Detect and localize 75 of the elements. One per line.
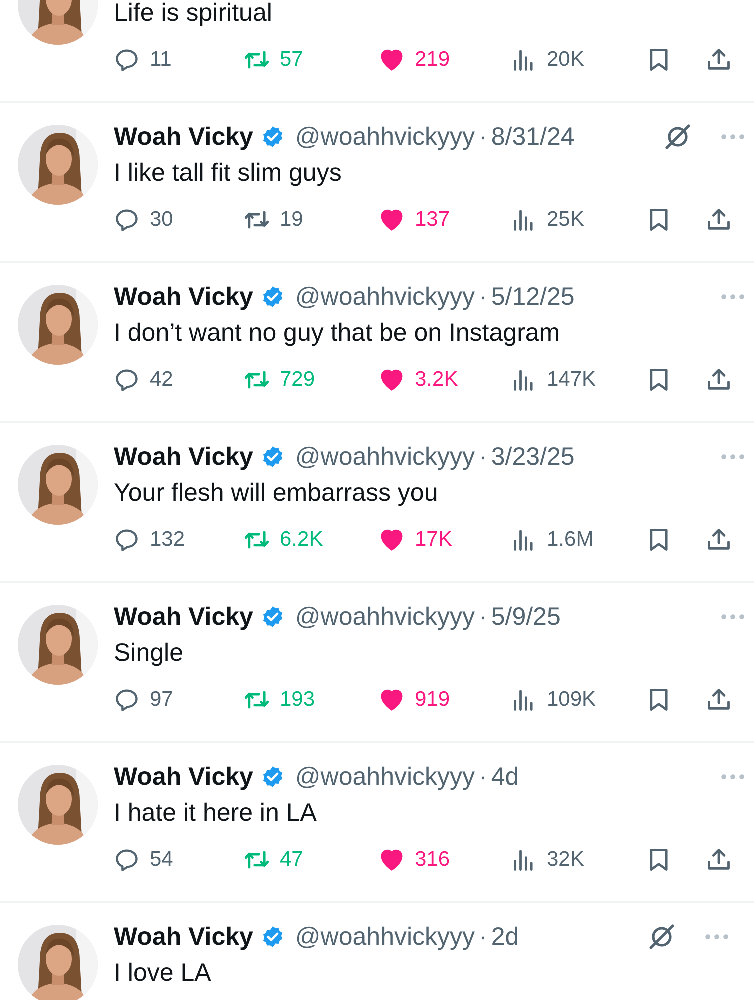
- reply-count: 11: [150, 48, 172, 72]
- post-text: Life is spiritual: [114, 0, 274, 29]
- heart-icon[interactable]: [379, 367, 405, 393]
- view-count: 1.6M: [547, 528, 594, 552]
- like-count: 3.2K: [415, 368, 458, 392]
- like-count: 316: [415, 848, 450, 872]
- separator: ·: [479, 122, 488, 152]
- heart-icon[interactable]: [379, 527, 405, 553]
- separator: ·: [479, 602, 488, 632]
- reply-count: 30: [150, 208, 174, 232]
- user-handle[interactable]: @woahhvickyyy: [295, 122, 476, 152]
- reply-icon[interactable]: [114, 687, 140, 713]
- user-name[interactable]: Woah Vicky: [114, 282, 254, 312]
- like-count: 919: [415, 688, 450, 712]
- heart-icon[interactable]: [379, 207, 405, 233]
- like-count: 137: [415, 208, 450, 232]
- user-name[interactable]: Woah Vicky: [114, 442, 254, 472]
- repost-count: 19: [280, 208, 304, 232]
- heart-icon[interactable]: [379, 47, 405, 73]
- post-time[interactable]: 5/9/25: [491, 602, 561, 632]
- user-name[interactable]: Woah Vicky: [114, 762, 254, 792]
- reply-count: 97: [150, 688, 174, 712]
- share-icon[interactable]: [706, 367, 732, 393]
- separator: ·: [479, 922, 488, 952]
- share-icon[interactable]: [706, 47, 732, 73]
- post-time[interactable]: 8/31/24: [491, 122, 575, 152]
- slashed-circle-icon[interactable]: [648, 923, 676, 951]
- like-count: 17K: [415, 528, 452, 552]
- separator: ·: [479, 282, 488, 312]
- post-text: I like tall fit slim guys: [114, 158, 343, 189]
- reply-count: 132: [150, 528, 186, 552]
- post-time[interactable]: 3/23/25: [491, 442, 575, 472]
- separator: ·: [479, 762, 488, 792]
- repost-count: 729: [280, 368, 316, 392]
- user-handle[interactable]: @woahhvickyyy: [295, 602, 476, 632]
- view-count: 25K: [547, 208, 584, 232]
- user-name[interactable]: Woah Vicky: [114, 922, 254, 952]
- separator: ·: [479, 442, 488, 472]
- repost-count: 193: [280, 688, 316, 712]
- reply-icon[interactable]: [114, 847, 140, 873]
- reply-count: 54: [150, 848, 174, 872]
- view-count: 20K: [547, 48, 584, 72]
- view-count: 147K: [547, 368, 596, 392]
- post-time[interactable]: 4d: [491, 762, 520, 792]
- reply-icon[interactable]: [114, 207, 140, 233]
- reply-count: 42: [150, 368, 174, 392]
- user-name[interactable]: Woah Vicky: [114, 122, 254, 152]
- post-text: I hate it here in LA: [114, 798, 318, 829]
- user-handle[interactable]: @woahhvickyyy: [295, 282, 476, 312]
- repost-count: 57: [280, 48, 304, 72]
- view-count: 32K: [547, 848, 584, 872]
- heart-icon[interactable]: [379, 847, 405, 873]
- share-icon[interactable]: [706, 527, 732, 553]
- post-text: I don’t want no guy that be on Instagram: [114, 318, 562, 349]
- like-count: 219: [415, 48, 450, 72]
- view-count: 109K: [547, 688, 596, 712]
- repost-count: 6.2K: [280, 528, 324, 552]
- reply-icon[interactable]: [114, 367, 140, 393]
- user-handle[interactable]: @woahhvickyyy: [295, 922, 476, 952]
- post-text: I love LA: [114, 958, 212, 989]
- post-text: Single: [114, 638, 184, 669]
- heart-icon[interactable]: [379, 687, 405, 713]
- post-time[interactable]: 5/12/25: [491, 282, 575, 312]
- share-icon[interactable]: [706, 847, 732, 873]
- post-text: Your flesh will embarrass you: [114, 478, 440, 509]
- share-icon[interactable]: [706, 687, 732, 713]
- slashed-circle-icon[interactable]: [664, 123, 692, 151]
- share-icon[interactable]: [706, 207, 732, 233]
- user-handle[interactable]: @woahhvickyyy: [295, 442, 476, 472]
- reply-icon[interactable]: [114, 47, 140, 73]
- post-time[interactable]: 2d: [491, 922, 520, 952]
- repost-count: 47: [280, 848, 304, 872]
- user-handle[interactable]: @woahhvickyyy: [295, 762, 476, 792]
- reply-icon[interactable]: [114, 527, 140, 553]
- user-name[interactable]: Woah Vicky: [114, 602, 254, 632]
